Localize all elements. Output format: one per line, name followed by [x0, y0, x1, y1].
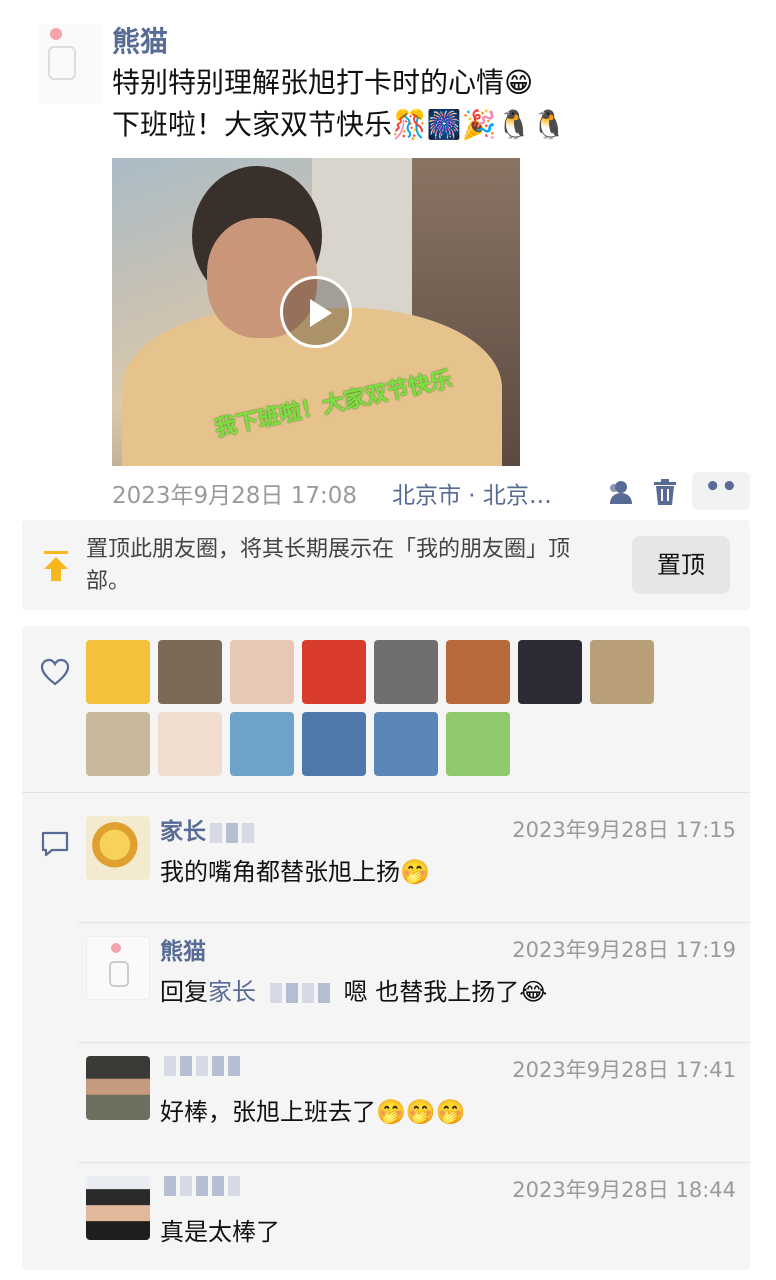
- comment-text: 回复家长 嗯 也替我上扬了😂: [160, 978, 548, 1006]
- comment-text: 我的嘴角都替张旭上扬🤭: [160, 858, 430, 886]
- pin-button[interactable]: 置顶: [632, 536, 730, 594]
- commenter-avatar[interactable]: [86, 816, 150, 880]
- post-line-2: 下班啦！大家双节快乐: [112, 108, 393, 141]
- comment-divider: [78, 922, 750, 923]
- liker-avatar[interactable]: [302, 712, 366, 776]
- liker-avatar[interactable]: [158, 712, 222, 776]
- commenter-name[interactable]: 熊猫: [160, 932, 206, 966]
- commenter-name[interactable]: [160, 1052, 240, 1078]
- liker-avatar[interactable]: [302, 640, 366, 704]
- liker-avatar[interactable]: [158, 640, 222, 704]
- panda-icon: [48, 46, 76, 80]
- liker-avatar[interactable]: [446, 712, 510, 776]
- play-icon[interactable]: [280, 276, 352, 348]
- liker-avatar[interactable]: [86, 640, 150, 704]
- commenter-name[interactable]: [160, 1172, 240, 1198]
- liker-avatar[interactable]: [374, 712, 438, 776]
- comment-item[interactable]: 家长 2023年9月28日 17:15 我的嘴角都替张旭上扬🤭: [78, 816, 750, 936]
- liker-avatar[interactable]: [86, 712, 150, 776]
- comment-divider: [78, 1042, 750, 1043]
- post-time: 2023年9月28日 17:08: [112, 483, 358, 509]
- blush-emoji: 🤭🤭🤭: [376, 1098, 466, 1126]
- celebration-emoji: 🎊🎆🎉🐧🐧: [392, 108, 567, 141]
- blush-emoji: 🤭: [400, 858, 430, 886]
- likes-divider: [22, 792, 750, 793]
- post-text: 特别特别理解张旭打卡时的心情😁 下班啦！大家双节快乐🎊🎆🎉🐧🐧: [112, 62, 566, 146]
- comment-item[interactable]: 熊猫 2023年9月28日 17:19 回复家长 嗯 也替我上扬了😂: [78, 936, 750, 1056]
- comment-time: 2023年9月28日 17:15: [512, 818, 736, 842]
- post-video[interactable]: 我下班啦！大家双节快乐: [112, 158, 520, 466]
- balloon-icon: [50, 28, 62, 40]
- comment-time: 2023年9月28日 17:41: [512, 1058, 736, 1082]
- post-line-1: 特别特别理解张旭打卡时的心情: [112, 66, 505, 99]
- pin-banner: 置顶此朋友圈，将其长期展示在「我的朋友圈」顶部。 置顶: [22, 520, 750, 610]
- comment-text: 好棒，张旭上班去了🤭🤭🤭: [160, 1098, 466, 1126]
- more-button[interactable]: ••: [692, 472, 750, 510]
- comment-text: 真是太棒了: [160, 1218, 280, 1246]
- liker-avatar[interactable]: [230, 640, 294, 704]
- post-author-name[interactable]: 熊猫: [112, 20, 168, 60]
- commenter-avatar[interactable]: [86, 1176, 150, 1240]
- reply-target-name[interactable]: 家长: [208, 978, 256, 1006]
- comment-item[interactable]: 2023年9月28日 18:44 真是太棒了: [86, 1175, 736, 1280]
- liker-avatar[interactable]: [446, 640, 510, 704]
- post-location[interactable]: 北京市 · 北京…: [392, 476, 552, 510]
- comment-divider: [78, 1162, 750, 1163]
- pin-description: 置顶此朋友圈，将其长期展示在「我的朋友圈」顶部。: [86, 537, 571, 594]
- heart-icon: [40, 658, 70, 686]
- commenter-name[interactable]: 家长: [160, 812, 254, 846]
- trash-icon[interactable]: [652, 478, 678, 506]
- commenter-avatar[interactable]: [86, 1056, 150, 1120]
- likes-comments-panel: 家长 2023年9月28日 17:15 我的嘴角都替张旭上扬🤭 熊猫 2023年…: [22, 626, 750, 1270]
- post-meta: 2023年9月28日 17:08 北京市 · 北京… ••: [112, 472, 752, 510]
- comment-time: 2023年9月28日 17:19: [512, 938, 736, 962]
- liker-avatar[interactable]: [374, 640, 438, 704]
- commenter-avatar[interactable]: [86, 936, 150, 1000]
- grin-emoji: 😁: [504, 66, 534, 99]
- liker-avatar[interactable]: [518, 640, 582, 704]
- visibility-friends-icon[interactable]: [606, 478, 634, 506]
- liker-avatar[interactable]: [590, 640, 654, 704]
- author-avatar[interactable]: [38, 24, 102, 104]
- comment-time: 2023年9月28日 18:44: [512, 1178, 736, 1202]
- comment-icon: [41, 831, 69, 857]
- pin-top-icon: [44, 551, 68, 581]
- laugh-cry-emoji: 😂: [519, 978, 548, 1006]
- liker-avatar[interactable]: [230, 712, 294, 776]
- comment-item[interactable]: 2023年9月28日 17:41 好棒，张旭上班去了🤭🤭🤭: [78, 1055, 750, 1176]
